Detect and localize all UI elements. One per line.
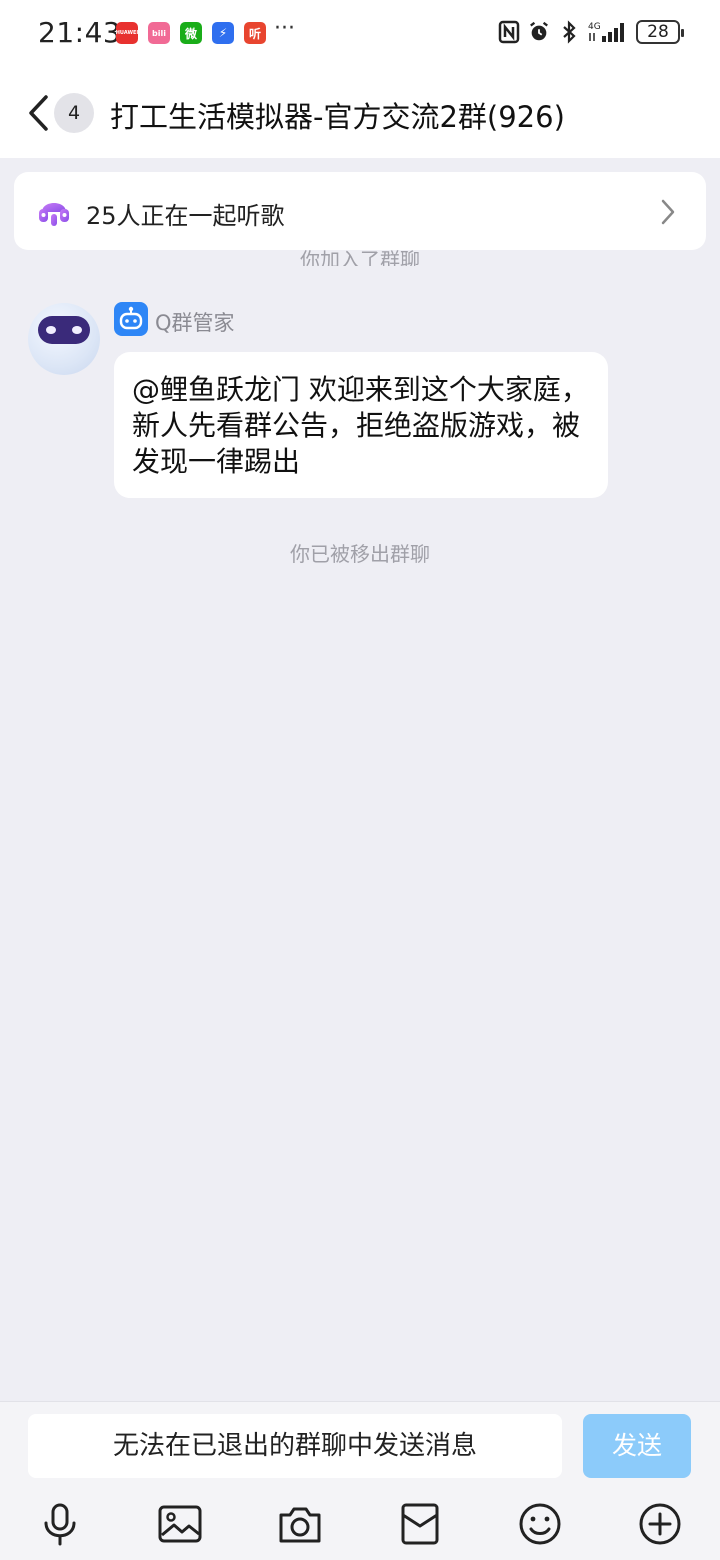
signal-4g-icon: 4G bbox=[588, 20, 628, 44]
chat-header: 4 打工生活模拟器-官方交流2群(926) bbox=[0, 68, 720, 158]
removed-notice: 你已被移出群聊 bbox=[290, 542, 430, 566]
huawei-app-icon: HUAWEI bbox=[116, 22, 138, 44]
message-bubble[interactable]: @鲤鱼跃龙门 欢迎来到这个大家庭，新人先看群公告，拒绝盗版游戏，被发现一律踢出 bbox=[114, 352, 608, 498]
sender-name[interactable]: Q群管家 bbox=[155, 307, 235, 337]
status-time: 21:43 bbox=[38, 16, 122, 49]
wechat-app-icon: 微 bbox=[180, 22, 202, 44]
bilibili-app-icon: bili bbox=[148, 22, 170, 44]
plus-icon[interactable] bbox=[638, 1502, 682, 1546]
joined-notice: 你加入了群聊 bbox=[0, 244, 720, 266]
image-icon[interactable] bbox=[158, 1502, 202, 1546]
bluetooth-icon bbox=[558, 20, 580, 44]
listen-together-text: 25人正在一起听歌 bbox=[86, 202, 285, 230]
avatar[interactable] bbox=[28, 303, 100, 375]
notification-app-icons: HUAWEI bili 微 ⚡ 听 bbox=[116, 22, 266, 44]
send-button[interactable]: 发送 bbox=[583, 1414, 691, 1478]
emoji-icon[interactable] bbox=[518, 1502, 562, 1546]
robot-face-icon bbox=[38, 316, 90, 344]
bot-badge-icon bbox=[114, 302, 148, 336]
microphone-icon[interactable] bbox=[38, 1502, 82, 1546]
back-chevron-icon[interactable] bbox=[26, 94, 50, 132]
red-packet-icon[interactable] bbox=[398, 1502, 442, 1546]
joined-notice-text: 你加入了群聊 bbox=[300, 248, 420, 266]
input-bar: 无法在已退出的群聊中发送消息 发送 bbox=[0, 1401, 720, 1560]
listen-together-card[interactable]: 25人正在一起听歌 bbox=[14, 172, 706, 250]
status-bar: 21:43 HUAWEI bili 微 ⚡ 听 ··· 4G 28 bbox=[0, 0, 720, 68]
ting-app-icon: 听 bbox=[244, 22, 266, 44]
system-indicators: 4G 28 bbox=[498, 20, 684, 44]
message-input[interactable]: 无法在已退出的群聊中发送消息 bbox=[28, 1414, 562, 1478]
battery-indicator: 28 bbox=[636, 20, 684, 44]
page-title[interactable]: 打工生活模拟器-官方交流2群(926) bbox=[110, 94, 565, 136]
svg-text:4G: 4G bbox=[588, 22, 601, 32]
alarm-icon bbox=[528, 20, 550, 44]
unread-count-badge[interactable]: 4 bbox=[54, 93, 94, 133]
camera-icon[interactable] bbox=[278, 1502, 322, 1546]
more-notifications-icon: ··· bbox=[274, 16, 295, 41]
blue-app-icon: ⚡ bbox=[212, 22, 234, 44]
chevron-right-icon bbox=[661, 199, 675, 225]
listen-together-icon bbox=[39, 203, 69, 226]
nfc-icon bbox=[498, 20, 520, 44]
